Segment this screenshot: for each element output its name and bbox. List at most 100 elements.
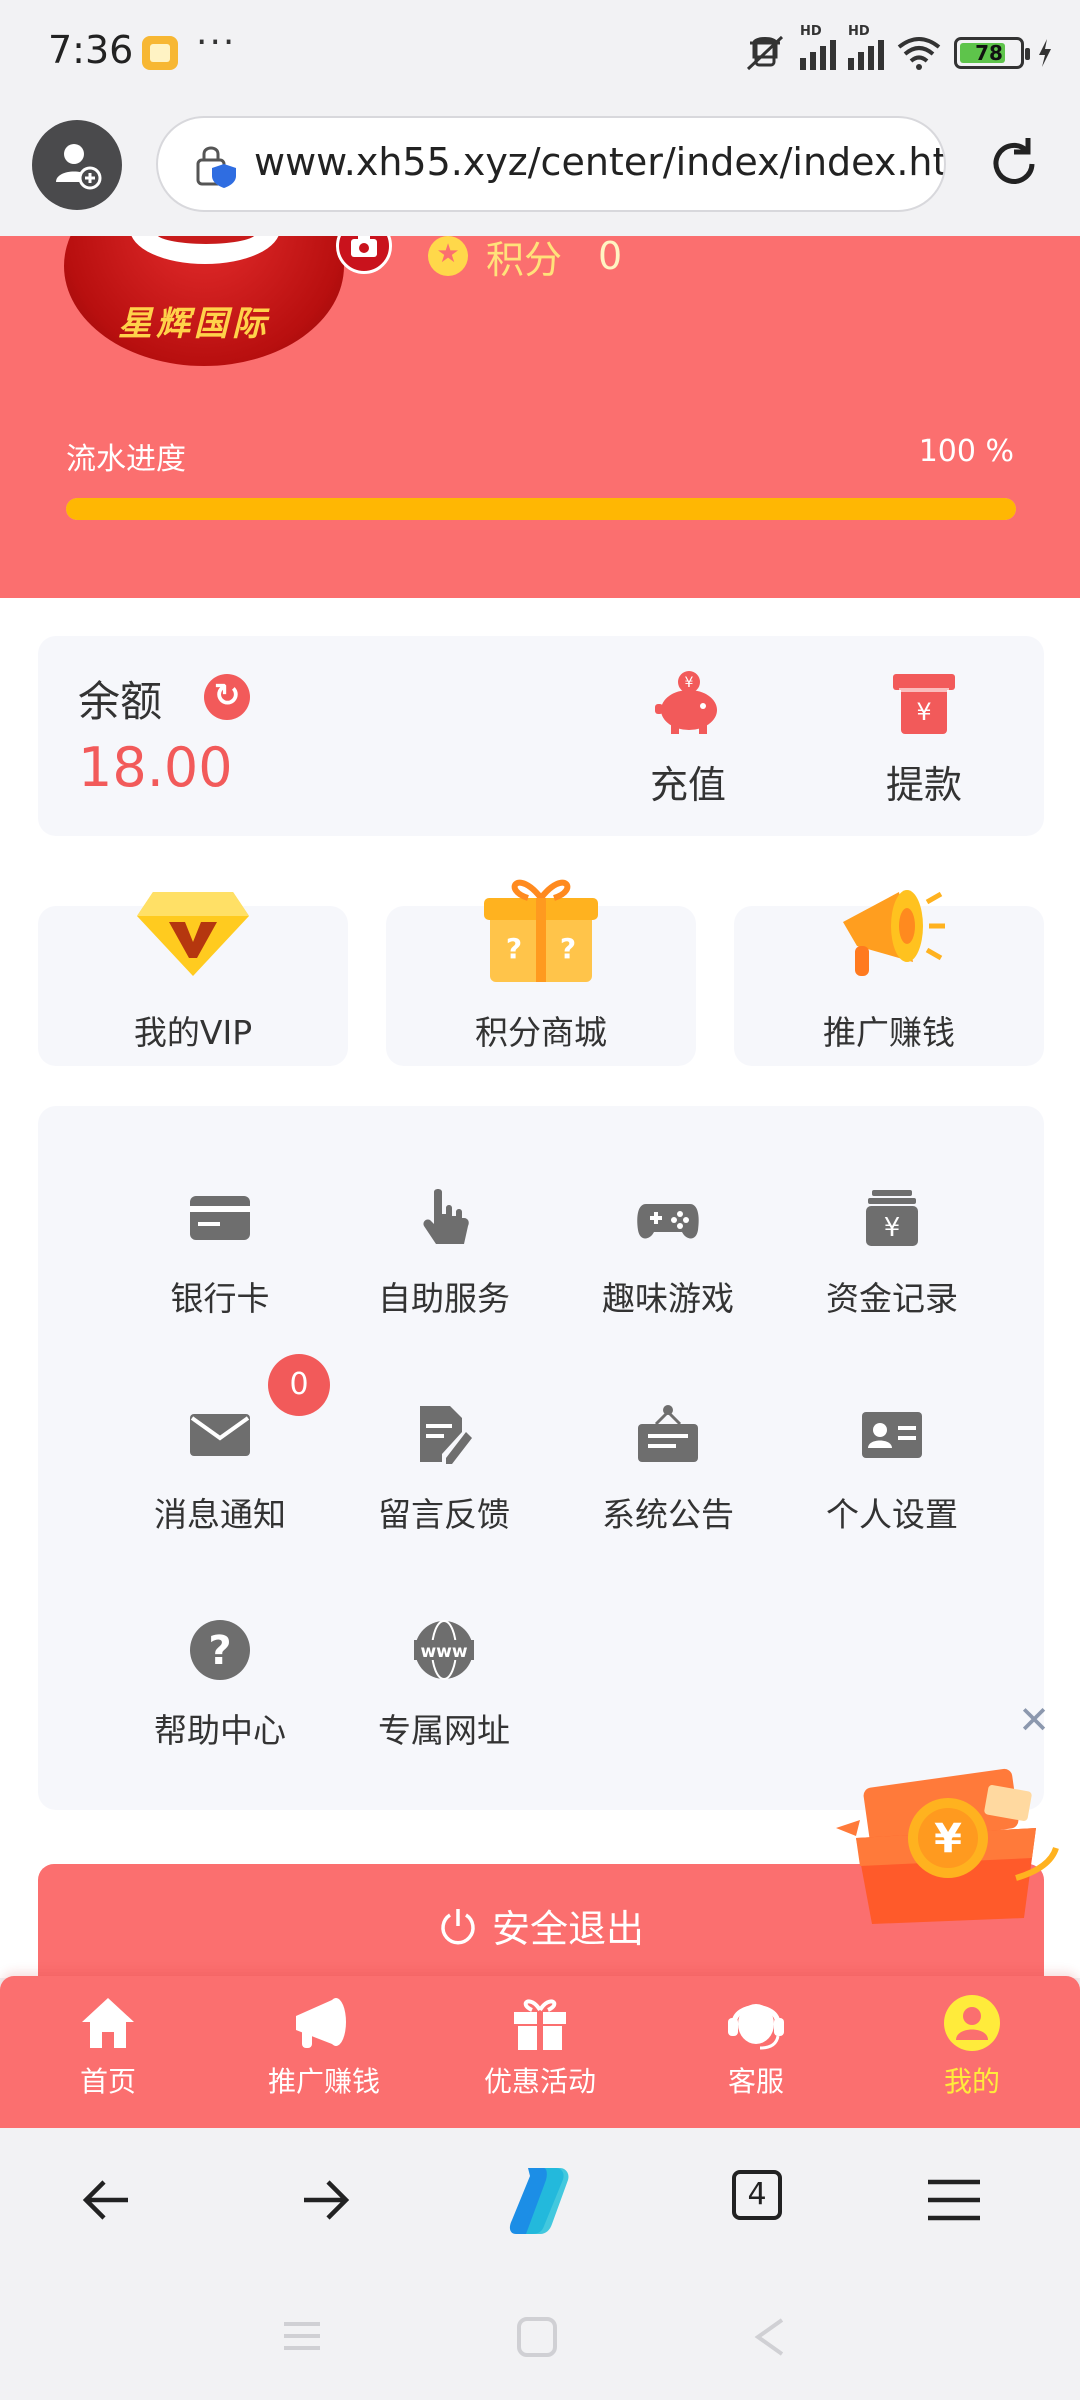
charging-icon: [1039, 39, 1051, 67]
copilot-icon[interactable]: [500, 2160, 580, 2240]
tab-home-label: 首页: [79, 2065, 136, 2098]
hand-pointer-icon: [423, 1189, 469, 1244]
tab-promotion[interactable]: 推广赚钱: [216, 1994, 432, 2114]
svg-text:?: ?: [560, 932, 576, 965]
forward-arrow-icon[interactable]: [284, 2160, 364, 2240]
add-user-icon: [56, 144, 102, 190]
exclusive-url-item[interactable]: www 专属网址: [332, 1598, 556, 1798]
exclusive-url-label: 专属网址: [378, 1711, 510, 1750]
status-time: 7:36: [48, 28, 134, 72]
avatar[interactable]: 星辉国际: [64, 236, 392, 366]
tab-offers[interactable]: 优惠活动: [432, 1994, 648, 2114]
vip-card[interactable]: 我的VIP: [38, 892, 348, 1066]
points-mall-label: 积分商城: [475, 1013, 607, 1052]
tab-home[interactable]: 首页: [0, 1994, 216, 2114]
battery-level: 78: [975, 41, 1003, 65]
headset-icon: [728, 2004, 784, 2050]
svg-text:¥: ¥: [884, 1213, 901, 1243]
bank-card-icon: [190, 1196, 250, 1240]
reload-icon[interactable]: [982, 132, 1046, 196]
browser-toolbar: 4: [0, 2128, 1080, 2272]
svg-text:¥: ¥: [916, 698, 931, 726]
points-value: 0: [598, 236, 623, 278]
signal-2-icon: HD: [848, 24, 884, 70]
balance-card: 余额 18.00 ¥ 充值: [38, 636, 1044, 836]
feedback-icon: [420, 1406, 472, 1464]
recharge-label: 充值: [649, 763, 726, 807]
signal-1-icon: HD: [800, 24, 836, 70]
tab-customer-service-label: 客服: [727, 2065, 784, 2098]
fun-games-item[interactable]: 趣味游戏: [556, 1166, 780, 1366]
profile-button[interactable]: [32, 120, 122, 210]
fund-record-label: 资金记录: [826, 1279, 958, 1318]
back-triangle-icon[interactable]: [752, 2316, 788, 2358]
turnover-progress-percent: 100 %: [918, 434, 1014, 469]
screen: 7:36 ··· HD HD 78 www.xh55.xyz/center/in…: [0, 0, 1080, 2400]
tab-promotion-label: 推广赚钱: [267, 2065, 380, 2098]
star-icon: [428, 236, 468, 276]
gift-icon: [514, 1999, 566, 2050]
message-label: 消息通知: [154, 1495, 286, 1534]
menu-icon[interactable]: [914, 2160, 994, 2240]
tab-offers-label: 优惠活动: [483, 2065, 596, 2098]
feedback-label: 留言反馈: [378, 1495, 510, 1534]
recent-apps-icon[interactable]: [280, 2316, 324, 2356]
tab-customer-service[interactable]: 客服: [648, 1994, 864, 2114]
withdraw-label: 提款: [885, 763, 962, 807]
feedback-item[interactable]: 留言反馈: [332, 1382, 556, 1582]
tabs-count: 4: [732, 2170, 782, 2220]
withdraw-icon: ¥: [893, 674, 955, 734]
tab-mine-label: 我的: [943, 2065, 1000, 2098]
camera-icon[interactable]: [336, 236, 392, 274]
gamepad-icon: [637, 1204, 699, 1239]
self-service-label: 自助服务: [378, 1279, 510, 1318]
bank-card-item[interactable]: 银行卡: [108, 1166, 332, 1366]
vip-label: 我的VIP: [133, 1013, 253, 1052]
help-center-label: 帮助中心: [154, 1711, 286, 1750]
site-security-icon: [196, 146, 236, 188]
user-icon: [944, 1995, 1000, 2051]
points-row: 积分 0: [428, 236, 623, 282]
turnover-progress-fill: [66, 498, 1016, 520]
personal-settings-item[interactable]: 个人设置: [780, 1382, 1004, 1582]
piggy-bank-icon: ¥: [655, 671, 717, 734]
turnover-progress-label: 流水进度: [66, 442, 186, 477]
announcement-item[interactable]: 系统公告: [556, 1382, 780, 1582]
recharge-button[interactable]: ¥ 充值: [618, 670, 758, 809]
red-envelope-gift-icon[interactable]: ¥: [836, 1728, 1060, 1928]
home-square-icon[interactable]: [516, 2316, 558, 2358]
tabs-button[interactable]: 4: [722, 2160, 802, 2240]
status-icons: HD HD 78: [742, 24, 1054, 78]
home-icon: [82, 1998, 134, 2048]
url-field[interactable]: www.xh55.xyz/center/index/index.html: [156, 116, 946, 212]
back-arrow-icon[interactable]: [68, 2160, 148, 2240]
avatar-logo-text: 星辉国际: [118, 304, 270, 344]
battery-icon: 78: [954, 37, 1030, 69]
svg-text:¥: ¥: [685, 675, 694, 691]
system-nav-bar: [0, 2272, 1080, 2400]
turnover-progress-bar: [66, 498, 1016, 520]
tab-mine[interactable]: 我的: [864, 1994, 1080, 2114]
fun-games-label: 趣味游戏: [602, 1279, 734, 1318]
envelope-icon: [190, 1414, 250, 1456]
svg-text:?: ?: [208, 1628, 231, 1674]
bank-card-label: 银行卡: [170, 1279, 270, 1318]
withdraw-button[interactable]: ¥ 提款: [854, 670, 994, 809]
svg-text:www: www: [420, 1642, 467, 1662]
question-icon: ?: [190, 1620, 250, 1680]
megaphone-icon: [843, 890, 945, 976]
notes-app-icon: [142, 36, 178, 70]
id-card-icon: [862, 1412, 922, 1458]
refresh-balance-icon[interactable]: [204, 674, 250, 720]
promotion-card[interactable]: 推广赚钱: [734, 890, 1044, 1066]
notice-board-icon: [638, 1405, 698, 1462]
fund-record-item[interactable]: ¥ 资金记录: [780, 1166, 1004, 1366]
help-center-item[interactable]: ? 帮助中心: [108, 1598, 332, 1798]
self-service-item[interactable]: 自助服务: [332, 1166, 556, 1366]
status-bar: 7:36 ··· HD HD 78: [0, 0, 1080, 108]
balance-label: 余额: [78, 677, 163, 726]
points-label: 积分: [486, 237, 563, 282]
points-mall-card[interactable]: ? ? 积分商城: [386, 879, 696, 1066]
svg-text:¥: ¥: [934, 1816, 962, 1862]
unread-badge: 0: [268, 1354, 330, 1416]
